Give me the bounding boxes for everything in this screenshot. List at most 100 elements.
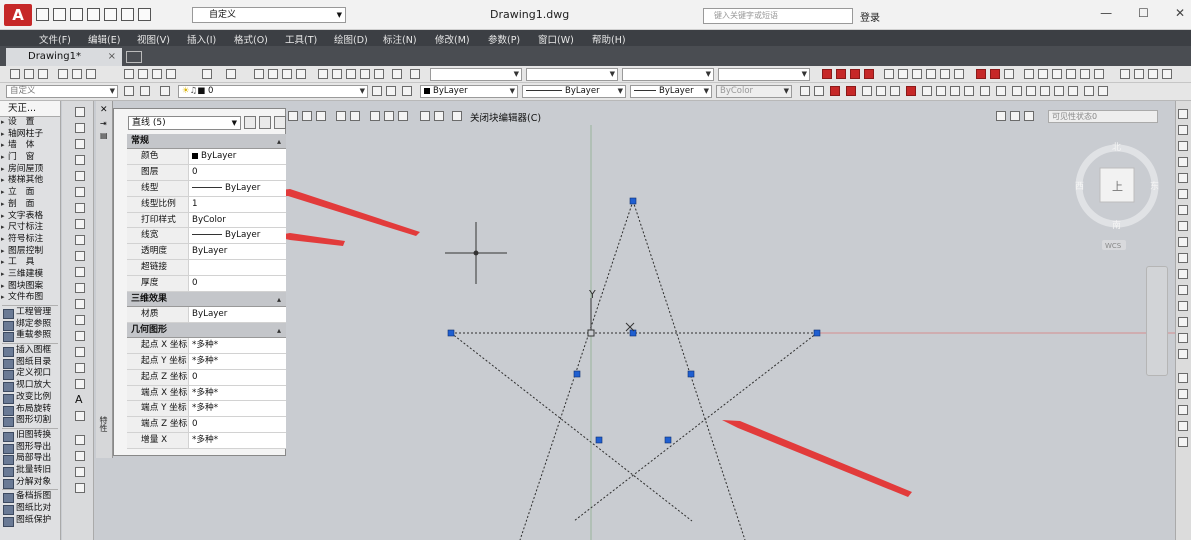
property-row-plot-style[interactable]: 打印样式 ByColor (127, 212, 286, 229)
palette-command[interactable]: 绑定参照 (0, 319, 60, 331)
construction-line-icon[interactable] (75, 123, 85, 133)
property-value[interactable]: ByLayer (189, 228, 286, 243)
insert-block-icon[interactable] (75, 283, 85, 293)
palette-command[interactable]: 备档拆图 (0, 491, 60, 503)
selection-type-select[interactable]: 直线 (5) ▼ (128, 116, 241, 130)
property-value[interactable]: 0 (189, 417, 286, 432)
palette-item[interactable]: 房间屋顶 (0, 164, 60, 176)
palette-item[interactable]: 设 置 (0, 117, 60, 129)
palette-item[interactable]: 楼梯其他 (0, 175, 60, 187)
palette-command[interactable]: 图形导出 (0, 442, 60, 454)
palette-item[interactable]: 三维建模 (0, 269, 60, 281)
table-icon[interactable] (75, 379, 85, 389)
section-general[interactable]: 常规 (127, 134, 286, 149)
palette-item[interactable]: 符号标注 (0, 234, 60, 246)
erase-icon[interactable] (1178, 109, 1188, 119)
rotate-icon[interactable] (1178, 205, 1188, 215)
hatch-icon[interactable] (75, 331, 85, 341)
move-icon[interactable] (1178, 189, 1188, 199)
trim-icon[interactable] (1178, 253, 1188, 263)
palette-options-icon[interactable]: ▤ (100, 131, 108, 140)
select-objects-icon[interactable] (259, 116, 271, 129)
palette-command[interactable]: 局部导出 (0, 453, 60, 465)
circle-icon[interactable] (75, 203, 85, 213)
palette-command[interactable]: 图纸比对 (0, 503, 60, 515)
property-row-start-z[interactable]: 起点 Z 坐标 0 (127, 369, 286, 386)
point-icon[interactable] (75, 315, 85, 325)
wcs-label[interactable]: WCS (1105, 242, 1122, 250)
gradient-icon[interactable] (75, 347, 85, 357)
line-icon[interactable] (75, 107, 85, 117)
star-shape[interactable] (450, 200, 818, 540)
palette-command[interactable]: 视口放大 (0, 380, 60, 392)
chamfer-icon[interactable] (1178, 317, 1188, 327)
palette-command[interactable]: 批量转旧 (0, 465, 60, 477)
palette-command[interactable]: 图形切割 (0, 415, 60, 427)
break-icon[interactable] (1178, 285, 1188, 295)
spline-icon[interactable] (75, 235, 85, 245)
ellipse-icon[interactable] (75, 251, 85, 261)
property-row-hyperlink[interactable]: 超链接 (127, 260, 286, 277)
toolbar-icon[interactable] (1178, 373, 1188, 383)
property-row-thickness[interactable]: 厚度 0 (127, 276, 286, 293)
property-row-material[interactable]: 材质 ByLayer (127, 307, 286, 323)
snap-icon[interactable] (75, 435, 85, 445)
navigation-bar[interactable] (1146, 266, 1168, 376)
palette-command[interactable]: 旧图转换 (0, 430, 60, 442)
property-value[interactable]: ByLayer (189, 244, 286, 259)
fillet-icon[interactable] (1178, 333, 1188, 343)
arc-icon[interactable] (75, 187, 85, 197)
property-value[interactable]: *多种* (189, 401, 286, 416)
section-geometry[interactable]: 几何图形 (127, 322, 286, 338)
toolbar-icon[interactable] (1178, 389, 1188, 399)
snap-icon[interactable] (75, 483, 85, 493)
property-value[interactable]: *多种* (189, 386, 286, 401)
quick-select-icon[interactable] (274, 116, 286, 129)
close-icon[interactable]: ✕ (100, 105, 108, 115)
palette-item[interactable]: 图层控制 (0, 246, 60, 258)
property-row-linetype-scale[interactable]: 线型比例 1 (127, 196, 286, 213)
property-value[interactable]: 0 (189, 370, 286, 385)
property-value[interactable]: ByLayer (189, 149, 286, 164)
property-row-start-x[interactable]: 起点 X 坐标 *多种* (127, 337, 286, 354)
property-row-lineweight[interactable]: 线宽 ByLayer (127, 228, 286, 245)
palette-item[interactable]: 文件布图 (0, 292, 60, 304)
section-3d-effects[interactable]: 三维效果 (127, 292, 286, 308)
palette-item[interactable]: 尺寸标注 (0, 222, 60, 234)
property-value[interactable]: *多种* (189, 354, 286, 369)
property-value[interactable]: *多种* (189, 338, 286, 353)
palette-header[interactable]: 天正... (0, 101, 60, 117)
polyline-icon[interactable] (75, 139, 85, 149)
palette-command[interactable]: 图纸目录 (0, 357, 60, 369)
property-row-color[interactable]: 颜色 ByLayer (127, 149, 286, 165)
palette-command[interactable]: 布局旋转 (0, 404, 60, 416)
ellipse-arc-icon[interactable] (75, 267, 85, 277)
multiline-text-icon[interactable]: A (75, 394, 85, 405)
region-icon[interactable] (75, 363, 85, 373)
palette-command[interactable]: 插入图框 (0, 345, 60, 357)
property-row-transparency[interactable]: 透明度 ByLayer (127, 244, 286, 261)
mirror-icon[interactable] (1178, 141, 1188, 151)
explode-icon[interactable] (1178, 349, 1188, 359)
property-value[interactable]: ByLayer (189, 181, 286, 196)
property-row-start-y[interactable]: 起点 Y 坐标 *多种* (127, 353, 286, 370)
stretch-icon[interactable] (1178, 237, 1188, 247)
viewcube[interactable]: 上 北 南 西 东 WCS (1075, 142, 1159, 250)
palette-command[interactable]: 改变比例 (0, 392, 60, 404)
extend-icon[interactable] (1178, 269, 1188, 279)
property-value[interactable]: 0 (189, 276, 286, 291)
palette-item[interactable]: 剖 面 (0, 199, 60, 211)
palette-item[interactable]: 工 具 (0, 257, 60, 269)
toolbar-icon[interactable] (1178, 405, 1188, 415)
palette-command[interactable]: 分解对象 (0, 477, 60, 489)
scale-icon[interactable] (1178, 221, 1188, 231)
selection-grips[interactable] (447, 197, 821, 444)
rectangle-icon[interactable] (75, 171, 85, 181)
palette-command[interactable]: 定义视口 (0, 368, 60, 381)
property-value[interactable]: ByColor (189, 213, 286, 228)
property-row-delta-x[interactable]: 增量 X *多种* (127, 433, 286, 450)
property-row-end-y[interactable]: 端点 Y 坐标 *多种* (127, 401, 286, 418)
add-selected-icon[interactable] (75, 411, 85, 421)
palette-item[interactable]: 图块图案 (0, 281, 60, 293)
autohide-icon[interactable]: ⇥ (100, 119, 107, 128)
